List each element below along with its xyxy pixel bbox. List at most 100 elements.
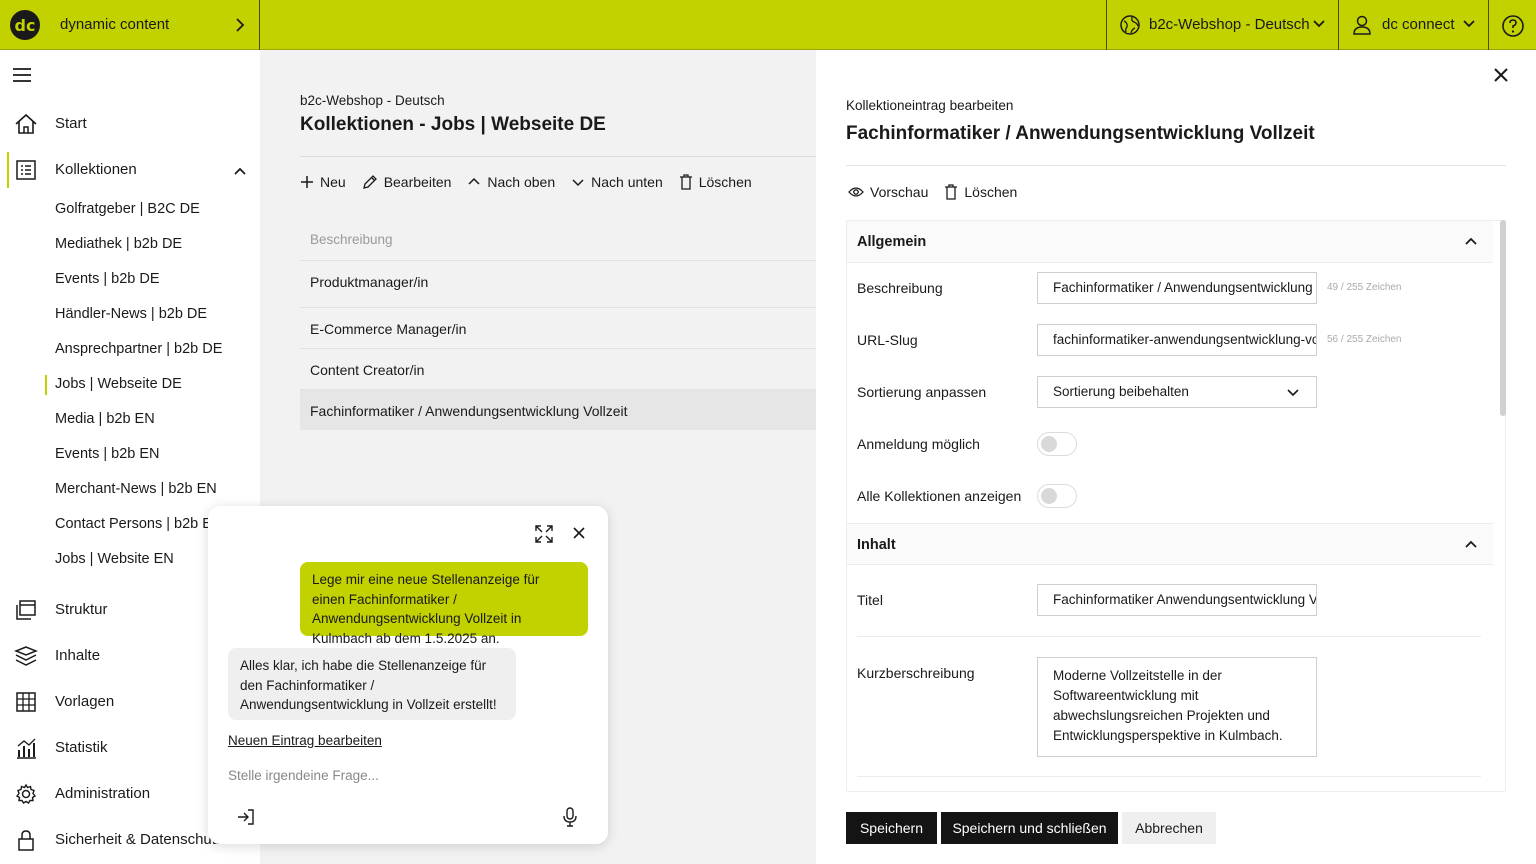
section-allgemein[interactable]: Allgemein [847, 221, 1493, 263]
page-title: Kollektionen - Jobs | Webseite DE [300, 114, 606, 135]
plus-icon [301, 176, 313, 188]
chevron-up-icon [468, 177, 480, 185]
sort-select[interactable]: Sortierung beibehalten [1037, 376, 1317, 408]
breadcrumb[interactable]: b2c-Webshop - Deutsch [300, 93, 445, 108]
divider [846, 165, 1506, 166]
scrollbar[interactable] [1500, 220, 1506, 416]
collection-link[interactable]: Events | b2b EN [55, 446, 160, 462]
help-button[interactable] [1488, 0, 1536, 50]
user-label: dc connect [1382, 16, 1455, 33]
list-icon [16, 160, 36, 180]
field-label: Alle Kollektionen anzeigen [857, 488, 1022, 504]
collection-link[interactable]: Merchant-News | b2b EN [55, 481, 217, 497]
hamburger-menu-icon[interactable] [12, 66, 32, 84]
sidebar-item-kollektionen[interactable]: Kollektionen [0, 152, 260, 188]
panel-subtitle: Kollektioneintrag bearbeiten [846, 98, 1014, 113]
brand-label: dynamic content [60, 16, 170, 33]
row-label: Content Creator/in [310, 362, 425, 378]
preview-label: Vorschau [870, 184, 929, 200]
collection-link[interactable]: Jobs | Website EN [55, 551, 174, 567]
field-label: Titel [857, 592, 883, 608]
field-label: Anmeldung möglich [857, 436, 980, 452]
char-count: 49 / 255 Zeichen [1327, 282, 1402, 293]
chat-input[interactable]: Stelle irgendeine Frage... [228, 768, 379, 783]
collection-link[interactable]: Händler-News | b2b DE [55, 306, 207, 322]
section-title: Inhalt [857, 537, 896, 553]
delete-button[interactable]: Löschen [679, 174, 752, 190]
sidebar-item-label: Vorlagen [55, 693, 115, 710]
short-description-textarea[interactable]: Moderne Vollzeitstelle in der Softwareen… [1037, 657, 1317, 757]
save-and-close-button[interactable]: Speichern und schließen [941, 812, 1118, 844]
chevron-down-icon [1463, 20, 1475, 28]
chevron-down-icon [1313, 20, 1325, 28]
table-row[interactable]: Content Creator/in [300, 348, 816, 389]
collection-link[interactable]: Contact Persons | b2b EN [55, 516, 222, 532]
panel-toolbar: Vorschau Löschen [848, 184, 1033, 200]
collection-link-active[interactable]: Jobs | Webseite DE [55, 376, 182, 392]
microphone-icon[interactable] [562, 806, 578, 828]
new-label: Neu [320, 174, 346, 190]
save-button[interactable]: Speichern [846, 812, 937, 844]
edit-new-entry-link[interactable]: Neuen Eintrag bearbeiten [228, 733, 382, 748]
collection-link[interactable]: Events | b2b DE [55, 271, 160, 287]
site-selector[interactable]: b2c-Webshop - Deutsch [1106, 0, 1338, 50]
sidebar-item-label: Struktur [55, 601, 108, 618]
delete-entry-button[interactable]: Löschen [944, 184, 1017, 200]
collection-link[interactable]: Mediathek | b2b DE [55, 236, 182, 252]
active-indicator [7, 152, 9, 188]
globe-icon [1120, 15, 1140, 35]
collection-link[interactable]: Golfratgeber | B2C DE [55, 201, 200, 217]
preview-button[interactable]: Vorschau [848, 184, 928, 200]
sidebar-item-label: Kollektionen [55, 161, 137, 178]
assistant-message: Alles klar, ich habe die Stellenanzeige … [228, 648, 516, 720]
section-inhalt[interactable]: Inhalt [847, 523, 1493, 565]
chevron-down-icon [572, 179, 584, 187]
field-label: Beschreibung [857, 280, 943, 296]
column-header-beschreibung[interactable]: Beschreibung [310, 232, 393, 247]
chevron-up-icon[interactable] [232, 164, 248, 178]
field-label: URL-Slug [857, 332, 918, 348]
edit-button[interactable]: Bearbeiten [362, 174, 451, 190]
home-icon [15, 113, 37, 134]
user-message: Lege mir eine neue Stellenanzeige für ei… [300, 562, 588, 646]
send-icon[interactable] [236, 807, 256, 827]
panel-title: Fachinformatiker / Anwendungsentwicklung… [846, 123, 1315, 144]
close-icon[interactable] [1492, 66, 1510, 84]
move-up-button[interactable]: Nach oben [467, 174, 555, 190]
trash-icon [945, 184, 958, 200]
collection-toolbar: Neu Bearbeiten Nach oben Nach unten Lösc… [300, 174, 768, 190]
brand-switcher[interactable]: dc dynamic content [0, 0, 260, 50]
sort-value: Sortierung beibehalten [1053, 384, 1189, 399]
divider [857, 776, 1481, 777]
section-title: Allgemein [857, 234, 927, 250]
new-button[interactable]: Neu [300, 174, 346, 190]
signup-toggle[interactable] [1037, 432, 1077, 456]
sidebar-item-start[interactable]: Start [0, 106, 260, 142]
title-input[interactable]: Fachinformatiker Anwendungsentwicklung V… [1037, 584, 1317, 616]
divider [300, 156, 816, 157]
expand-icon[interactable] [534, 524, 554, 544]
move-down-label: Nach unten [591, 174, 663, 190]
show-all-collections-toggle[interactable] [1037, 484, 1077, 508]
chevron-right-icon [236, 18, 245, 32]
sidebar-item-label: Sicherheit & Datenschutz [55, 831, 224, 848]
row-label: Fachinformatiker / Anwendungsentwicklung… [310, 403, 628, 419]
table-row-selected[interactable]: Fachinformatiker / Anwendungsentwicklung… [300, 389, 816, 430]
url-slug-input[interactable]: fachinformatiker-anwendungsentwicklung-v… [1037, 324, 1317, 356]
chevron-up-icon [1465, 237, 1477, 245]
collection-link[interactable]: Media | b2b EN [55, 411, 155, 427]
collection-link[interactable]: Ansprechpartner | b2b DE [55, 341, 222, 357]
sidebar-item-label: Statistik [55, 739, 108, 756]
beschreibung-input[interactable]: Fachinformatiker / Anwendungsentwicklung… [1037, 272, 1317, 304]
lock-icon [18, 830, 34, 851]
table-row[interactable]: Produktmanager/in [300, 260, 816, 301]
cancel-button[interactable]: Abbrechen [1122, 812, 1216, 844]
user-menu[interactable]: dc connect [1338, 0, 1488, 50]
field-label: Sortierung anpassen [857, 384, 987, 400]
chevron-down-icon [1287, 389, 1299, 397]
eye-icon [848, 187, 864, 197]
table-row[interactable]: E-Commerce Manager/in [300, 307, 816, 348]
move-down-button[interactable]: Nach unten [571, 174, 663, 190]
chevron-up-icon [1465, 540, 1477, 548]
close-icon[interactable] [572, 526, 586, 540]
